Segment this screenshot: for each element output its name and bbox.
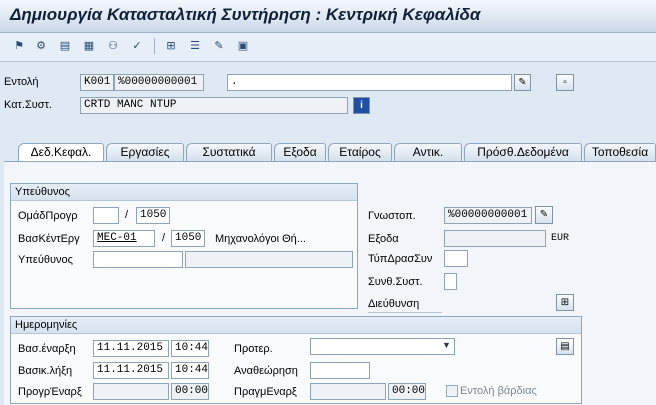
- tab-components[interactable]: Συστατικά: [186, 143, 272, 161]
- tab-additional-data[interactable]: Πρόσθ.Δεδομένα: [464, 143, 582, 161]
- clipboard-icon[interactable]: ▣: [236, 39, 250, 53]
- basic-finish-label: Βασικ.λήξη: [18, 365, 73, 377]
- actual-start-time-field[interactable]: 00:00: [388, 383, 426, 400]
- responsible-input[interactable]: [93, 251, 183, 268]
- system-status-label: Κατ.Συστ.: [4, 99, 52, 111]
- order-label: Εντολή: [4, 76, 39, 88]
- title-bar: Δημιουργία Κατασταλτική Συντήρηση : Κεντ…: [0, 0, 656, 33]
- workcenter-plant-field[interactable]: 1050: [171, 230, 205, 247]
- scheduled-start-date-field[interactable]: [93, 383, 169, 400]
- basic-start-time-input[interactable]: 10:44: [171, 340, 209, 357]
- tab-objects[interactable]: Αντικ.: [394, 143, 462, 161]
- partners-icon[interactable]: ⚇: [106, 39, 120, 53]
- main-workcenter-input[interactable]: MEC-01: [93, 230, 155, 247]
- info-icon: i: [360, 100, 363, 111]
- actual-start-date-field[interactable]: [310, 383, 386, 400]
- responsible-label: Υπεύθυνος: [18, 254, 73, 266]
- document-icon: ▤: [560, 341, 570, 352]
- revision-input[interactable]: [310, 362, 370, 379]
- shift-order-label: Εντολή βάρδιας: [460, 385, 537, 397]
- structure-icon[interactable]: ▤: [58, 39, 72, 53]
- flag-icon[interactable]: ⚑: [12, 39, 26, 53]
- revision-label: Αναθεώρηση: [234, 365, 298, 377]
- costs-label: Εξοδα: [368, 233, 399, 245]
- document-icon[interactable]: ☰: [188, 39, 202, 53]
- pencil-icon: ✎: [539, 209, 549, 220]
- order-type-field[interactable]: K001: [80, 74, 114, 91]
- order-short-text-input[interactable]: .: [227, 74, 512, 91]
- system-status-field[interactable]: CRTD MANC NTUP: [80, 97, 348, 114]
- settings-icon[interactable]: ⚙: [34, 39, 48, 53]
- tab-location[interactable]: Τοποθεσία: [584, 143, 656, 161]
- workcenter-description: Μηχανολόγοι Θή...: [215, 233, 306, 245]
- shift-order-checkbox[interactable]: [446, 385, 458, 397]
- system-condition-input[interactable]: [444, 273, 457, 290]
- hierarchy-icon[interactable]: ⊞: [164, 39, 178, 53]
- tab-operations[interactable]: Εργασίες: [106, 143, 184, 161]
- address-icon: ⊞: [560, 297, 570, 308]
- calculator-icon[interactable]: ▦: [82, 39, 96, 53]
- basic-finish-date-input[interactable]: 11.11.2015: [93, 362, 169, 379]
- costs-field[interactable]: [444, 230, 546, 247]
- priority-label: Προτερ.: [234, 343, 273, 355]
- tab-costs[interactable]: Εξοδα: [274, 143, 326, 161]
- basic-start-label: Βασ.έναρξη: [18, 343, 76, 355]
- tab-partners[interactable]: Εταίρος: [328, 143, 392, 161]
- slash-separator: /: [162, 232, 166, 244]
- basic-start-date-input[interactable]: 11.11.2015: [93, 340, 169, 357]
- order-number-field[interactable]: %00000000001: [114, 74, 204, 91]
- actual-start-label: ΠραγμΕναρξ: [234, 386, 297, 398]
- system-condition-label: Συνθ.Συστ.: [368, 276, 423, 288]
- planner-group-label: ΟμάδΠρογρ: [18, 210, 78, 222]
- status-info-button[interactable]: i: [353, 97, 370, 114]
- application-toolbar: ⚑ ⚙ ▤ ▦ ⚇ ✓ ⊞ ☰ ✎ ▣: [0, 33, 656, 62]
- activity-type-label: ΤύπΔρασΣυν: [368, 253, 433, 265]
- scheduled-start-time-field[interactable]: 00:00: [171, 383, 209, 400]
- currency-label: EUR: [551, 233, 570, 244]
- edit-icon[interactable]: ✎: [212, 39, 226, 53]
- window-title: Δημιουργία Κατασταλτική Συντήρηση : Κεντ…: [10, 5, 481, 24]
- toolbar-separator: [154, 38, 155, 54]
- priority-select[interactable]: [310, 338, 455, 355]
- long-text-edit-button[interactable]: ✎: [514, 74, 531, 91]
- dates-detail-button[interactable]: ▤: [556, 338, 574, 355]
- order-document-button[interactable]: ▫: [556, 74, 574, 91]
- notification-edit-button[interactable]: ✎: [535, 206, 553, 224]
- responsible-group-title: Υπεύθυνος: [11, 184, 357, 201]
- address-button[interactable]: ⊞: [556, 294, 574, 311]
- edit-icon: ✎: [518, 77, 527, 88]
- basic-finish-time-input[interactable]: 10:44: [171, 362, 209, 379]
- notification-label: Γνωστοπ.: [368, 210, 416, 222]
- notification-field[interactable]: %00000000001: [444, 207, 532, 224]
- slash-separator: /: [125, 209, 129, 221]
- tab-header-data[interactable]: Δεδ.Κεφαλ.: [18, 143, 104, 162]
- planner-plant-field[interactable]: 1050: [136, 207, 170, 224]
- activity-type-input[interactable]: [444, 250, 468, 267]
- responsible-name-field[interactable]: [185, 251, 353, 268]
- check-icon[interactable]: ✓: [130, 39, 144, 53]
- document-icon: ▫: [563, 77, 567, 88]
- chevron-down-icon[interactable]: ▼: [442, 340, 451, 350]
- address-label: Διεύθυνση: [368, 298, 442, 313]
- planner-group-input[interactable]: [93, 207, 119, 224]
- dates-group-title: Ημερομηνίες: [11, 317, 581, 334]
- scheduled-start-label: ΠρογρΈναρξ: [18, 386, 82, 398]
- main-workcenter-label: ΒασΚέντΕργ: [18, 233, 80, 245]
